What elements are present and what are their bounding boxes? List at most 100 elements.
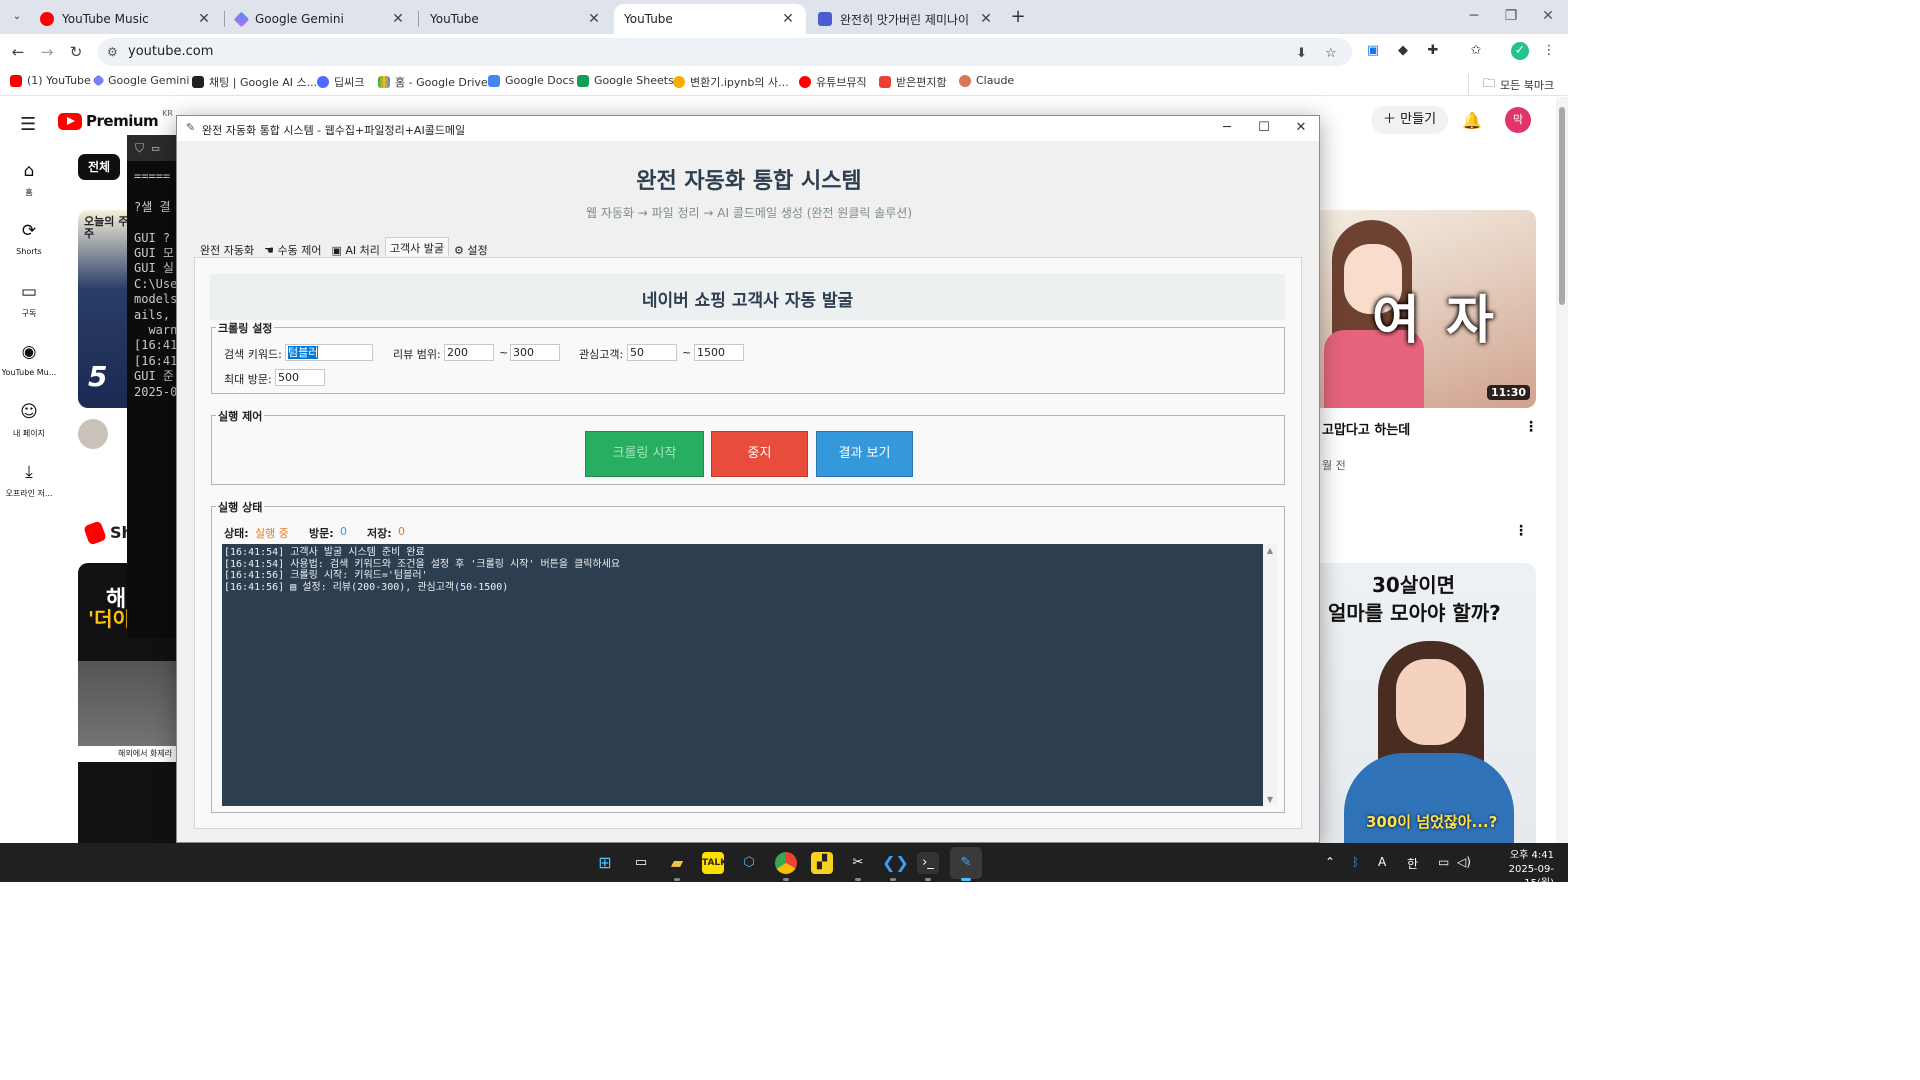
scroll-down-icon[interactable]: ▼ xyxy=(1265,795,1275,804)
tab-full-automation[interactable]: 완전 자동화 xyxy=(195,239,259,258)
chrome-icon[interactable] xyxy=(775,852,797,874)
ime-mode-indicator[interactable]: 한 xyxy=(1407,855,1418,872)
browser-tab-youtube-music[interactable]: YouTube Music ✕ xyxy=(30,4,222,34)
tab-settings[interactable]: ⚙ 설정 xyxy=(449,239,493,258)
bookmarks-star-icon[interactable]: ✩ xyxy=(1467,42,1485,60)
file-explorer-icon[interactable]: ▰ xyxy=(666,852,688,874)
back-icon[interactable]: ← xyxy=(8,42,28,62)
tab-search-button[interactable]: ⌄ xyxy=(6,6,28,28)
log-output[interactable]: [16:41:54] 고객사 발굴 시스템 준비 완료 [16:41:54] 사용… xyxy=(222,544,1263,806)
bookmark-item[interactable]: Google Gemini xyxy=(92,74,189,87)
minimize-icon[interactable]: ─ xyxy=(1459,8,1489,24)
network-icon[interactable]: ▭ xyxy=(1438,855,1449,869)
tab-manual-control[interactable]: ☚ 수동 제어 xyxy=(259,239,326,258)
volume-icon[interactable]: ◁) xyxy=(1457,855,1471,869)
bookmark-item[interactable]: 홈 - Google Drive xyxy=(378,74,488,90)
bookmark-item[interactable]: 채팅 | Google AI 스... xyxy=(192,74,317,90)
snipping-tool-icon[interactable]: ✂ xyxy=(847,852,869,874)
max-visits-input[interactable]: 500 xyxy=(275,369,325,386)
keyword-input[interactable]: 텀블러 xyxy=(285,344,373,361)
address-url[interactable]: youtube.com xyxy=(128,44,213,59)
close-window-icon[interactable]: ✕ xyxy=(1533,8,1563,24)
youtube-premium-logo[interactable]: Premium KR xyxy=(58,109,173,130)
close-icon[interactable]: ✕ xyxy=(1290,120,1312,135)
view-results-button[interactable]: 결과 보기 xyxy=(816,431,913,477)
vscode-icon[interactable]: ❮❯ xyxy=(882,852,909,874)
system-clock[interactable]: 오후 4:41 2025-09-15(월) xyxy=(1484,849,1554,891)
page-scrollbar[interactable] xyxy=(1556,97,1568,843)
more-options-icon[interactable]: ⋮ xyxy=(1514,523,1528,539)
extension-icon[interactable]: ◆ xyxy=(1394,42,1412,60)
close-icon[interactable]: ✕ xyxy=(390,11,406,27)
bookmark-item[interactable]: 받은편지함 xyxy=(879,74,947,90)
browser-tab-gemini-news[interactable]: 완전히 맛가버린 제미나이 근황 ✕ xyxy=(808,4,1004,34)
create-button[interactable]: ＋ 만들기 xyxy=(1371,106,1449,134)
video-title[interactable]: 고맙다고 하는데 xyxy=(1322,419,1410,438)
video-thumbnail[interactable]: 여 자 11:30 xyxy=(1320,210,1536,408)
interest-max-input[interactable]: 1500 xyxy=(694,344,744,361)
interest-min-input[interactable]: 50 xyxy=(627,344,677,361)
stop-button[interactable]: 중지 xyxy=(711,431,808,477)
minimize-icon[interactable]: ─ xyxy=(1216,120,1238,135)
reload-icon[interactable]: ↻ xyxy=(66,42,86,62)
log-scrollbar[interactable]: ▲ ▼ xyxy=(1263,544,1277,806)
review-min-input[interactable]: 200 xyxy=(444,344,494,361)
sidebar-item-youtube-music[interactable]: ◉ YouTube Mu... xyxy=(0,342,58,377)
site-info-icon[interactable]: ⚙ xyxy=(107,45,118,59)
bookmark-item[interactable]: Google Docs xyxy=(488,74,574,87)
start-crawling-button[interactable]: 크롤링 시작 xyxy=(585,431,704,477)
python-app-icon[interactable]: ✎ xyxy=(955,852,977,874)
account-avatar[interactable]: 막 xyxy=(1505,107,1531,133)
address-bar[interactable]: ⚙ youtube.com ⬇ ☆ xyxy=(98,38,1352,66)
review-max-input[interactable]: 300 xyxy=(510,344,560,361)
hamburger-menu-icon[interactable]: ☰ xyxy=(20,114,36,135)
bookmark-item[interactable]: 딥씨크 xyxy=(317,74,364,90)
chrome-menu-icon[interactable]: ⋮ xyxy=(1540,42,1558,60)
sidebar-item-subscriptions[interactable]: ▭ 구독 xyxy=(0,282,58,319)
tab-ai-processing[interactable]: ▣ AI 처리 xyxy=(326,239,384,258)
browser-tab-youtube-active[interactable]: YouTube ✕ xyxy=(614,4,806,115)
close-icon[interactable]: ✕ xyxy=(780,11,796,27)
install-app-icon[interactable]: ⬇ xyxy=(1296,46,1307,61)
video-thumbnail[interactable]: 오늘의 주주 5 xyxy=(78,210,130,408)
bluetooth-icon[interactable]: ᛒ xyxy=(1352,855,1359,869)
sidebar-item-shorts[interactable]: ⟳ Shorts xyxy=(0,221,58,256)
close-icon[interactable]: ✕ xyxy=(978,11,994,27)
close-icon[interactable]: ✕ xyxy=(586,11,602,27)
more-options-icon[interactable]: ⋮ xyxy=(1524,419,1538,435)
notifications-bell-icon[interactable]: 🔔 xyxy=(1462,111,1482,130)
ime-language-indicator[interactable]: A xyxy=(1378,855,1386,869)
maximize-icon[interactable]: ☐ xyxy=(1253,120,1275,135)
new-tab-button[interactable]: + xyxy=(1007,6,1029,27)
tab-customer-discovery[interactable]: 고객사 발굴 xyxy=(384,237,449,256)
sidebar-item-my-page[interactable]: ☺ 내 페이지 xyxy=(0,402,58,439)
short-thumbnail[interactable]: 30살이면 얼마를 모아야 할까? 300이 넘었잖아...? xyxy=(1320,563,1536,843)
kakaotalk-icon[interactable]: TALK xyxy=(702,852,727,874)
close-icon[interactable]: ✕ xyxy=(196,11,212,27)
bookmark-item[interactable]: 유튜브뮤직 xyxy=(799,74,867,90)
scrollbar-thumb[interactable] xyxy=(1559,107,1565,305)
restore-icon[interactable]: ❐ xyxy=(1496,8,1526,24)
all-bookmarks-button[interactable]: 🗀 모든 북마크 xyxy=(1468,74,1554,95)
app-titlebar[interactable]: ✎ 완전 자동화 통합 시스템 - 웹수집+파일정리+AI콜드메일 ─ ☐ ✕ xyxy=(177,116,1319,141)
task-view-icon[interactable]: ▭ xyxy=(630,852,652,874)
bookmark-item[interactable]: Claude xyxy=(959,74,1014,87)
bookmark-item[interactable]: Google Sheets xyxy=(577,74,674,87)
sidebar-item-downloads[interactable]: ⤓ 오프라인 저... xyxy=(0,462,58,499)
chip-all[interactable]: 전체 xyxy=(78,154,121,180)
forward-icon[interactable]: → xyxy=(37,42,57,62)
windows-start-icon[interactable]: ⊞ xyxy=(594,852,616,874)
browser-tab-gemini[interactable]: Google Gemini ✕ xyxy=(226,4,416,34)
browser-tab-youtube[interactable]: YouTube ✕ xyxy=(420,4,612,115)
scroll-up-icon[interactable]: ▲ xyxy=(1265,546,1275,555)
sticky-notes-icon[interactable]: ▞ xyxy=(811,852,833,874)
channel-avatar[interactable] xyxy=(78,419,108,449)
profile-avatar[interactable]: ✓ xyxy=(1511,42,1529,60)
sidebar-item-home[interactable]: ⌂ 홈 xyxy=(0,161,58,198)
bookmark-star-icon[interactable]: ☆ xyxy=(1325,46,1337,61)
extension-icon[interactable]: ▣ xyxy=(1364,42,1382,60)
bookmark-item[interactable]: (1) YouTube xyxy=(10,74,91,87)
extensions-puzzle-icon[interactable]: ✚ xyxy=(1424,42,1442,60)
bookmark-item[interactable]: 변환기.ipynb의 사... xyxy=(673,74,789,90)
chevron-up-icon[interactable]: ⌃ xyxy=(1325,855,1335,869)
